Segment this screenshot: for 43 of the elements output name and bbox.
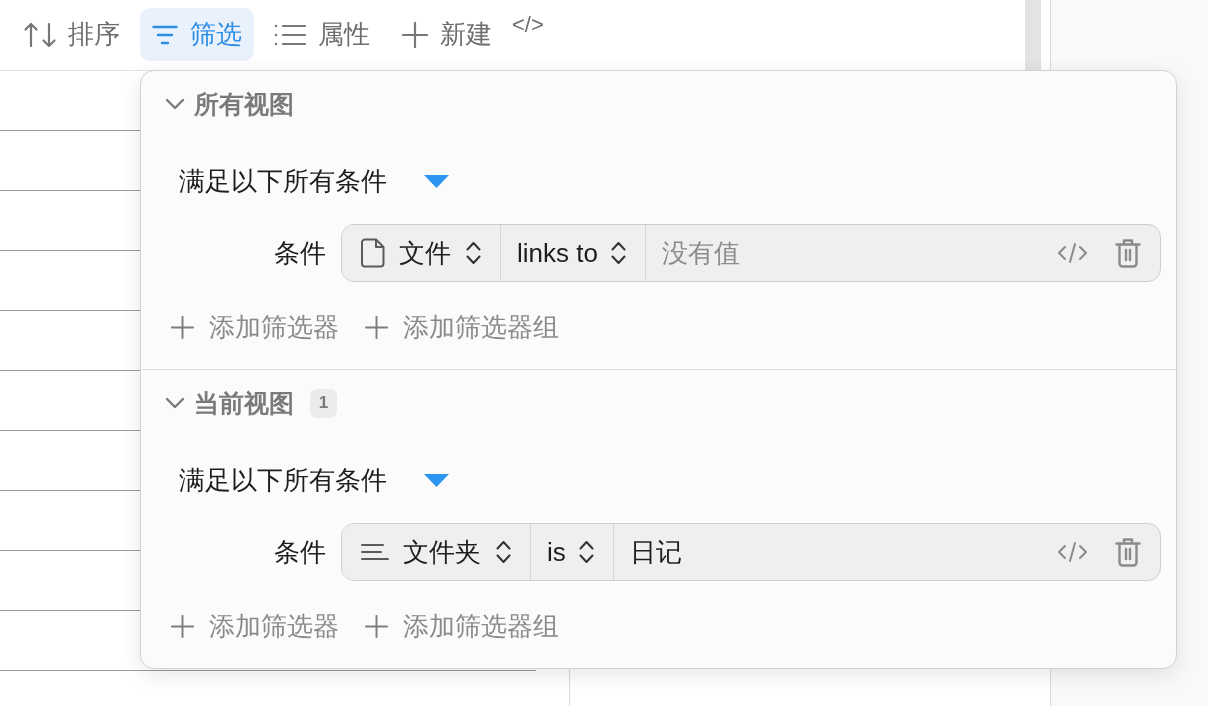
trash-icon [1115,537,1141,567]
filter-icon [152,24,178,45]
up-down-chevron-icon [577,539,595,565]
match-mode-dropdown[interactable]: 满足以下所有条件 [179,460,449,500]
up-down-chevron-icon [609,240,627,266]
caret-down-icon [424,174,449,188]
sort-arrows-icon [24,21,56,48]
plus-icon [171,614,194,638]
condition-label: 条件 [274,535,326,569]
section-toggle[interactable]: 所有视图 [165,87,294,121]
condition-label: 条件 [274,236,326,270]
count-badge: 1 [310,388,337,418]
property-select[interactable]: 文件 [342,225,501,281]
plus-icon [402,21,428,48]
up-down-chevron-icon [465,240,482,266]
toolbar-button[interactable]: 筛选 [140,8,254,61]
trash-icon [1115,238,1141,268]
plus-icon [365,315,388,339]
add-filter-button[interactable]: 添加筛选器 [171,608,339,644]
list-icon [274,23,306,46]
match-mode-dropdown[interactable]: 满足以下所有条件 [179,161,449,201]
property-select[interactable]: 文件夹 [342,524,531,580]
plus-icon [365,614,388,638]
code-view-button[interactable]: </> [512,12,544,38]
toolbar-button[interactable]: 属性 [262,8,382,61]
section-toggle[interactable]: 当前视图 [165,386,294,420]
lines-icon [361,543,389,561]
code-icon [1057,541,1088,563]
code-button[interactable] [1057,541,1088,563]
toolbar-button[interactable]: 新建 [390,8,504,61]
scrollbar-thumb[interactable] [1025,0,1041,70]
code-icon [1057,242,1088,264]
caret-down-icon [424,473,449,487]
file-icon [361,238,385,268]
toolbar-button[interactable]: 排序 [12,8,132,61]
add-filter-group-button[interactable]: 添加筛选器组 [365,309,559,345]
delete-button[interactable] [1115,537,1141,567]
up-down-chevron-icon [495,539,512,565]
delete-button[interactable] [1115,238,1141,268]
add-filter-group-button[interactable]: 添加筛选器组 [365,608,559,644]
code-button[interactable] [1057,242,1088,264]
plus-icon [171,315,194,339]
add-filter-button[interactable]: 添加筛选器 [171,309,339,345]
